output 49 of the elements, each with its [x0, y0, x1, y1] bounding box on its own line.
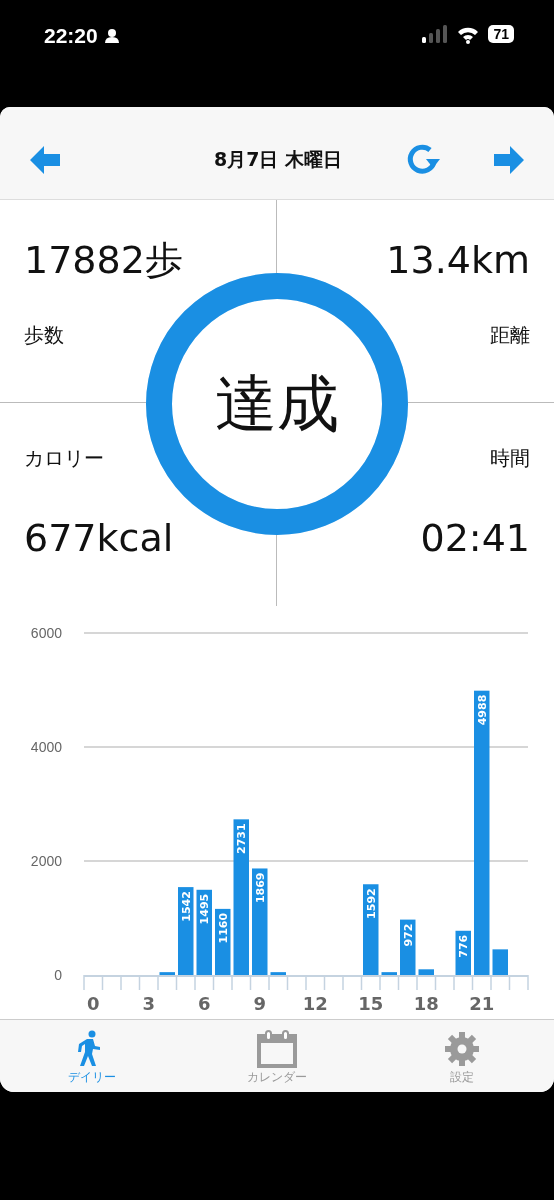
stat-label: 距離 [490, 321, 530, 349]
tab-button[interactable]: カレンダー [184, 1020, 370, 1092]
bar [418, 969, 434, 975]
person-icon [103, 28, 120, 44]
goal-status-text: 達成 [215, 366, 339, 442]
stat-label: 時間 [490, 445, 530, 472]
bar-value-label: 1542 [179, 891, 193, 922]
bar-value-label: 1592 [364, 888, 378, 919]
y-axis-label: 6000 [30, 625, 62, 641]
signal-icon [420, 24, 449, 44]
date-title: 8月7日 木曜日 [212, 147, 344, 172]
x-axis-label: 6 [198, 993, 211, 1014]
bar [270, 972, 286, 975]
stat-label: カロリー [24, 445, 105, 472]
x-axis-label: 9 [253, 993, 266, 1014]
tab-button[interactable]: 設定 [369, 1020, 554, 1092]
x-axis-label: 3 [142, 993, 155, 1014]
y-axis-label: 2000 [30, 853, 62, 869]
x-axis-label: 0 [87, 993, 100, 1014]
x-axis-label: 12 [302, 993, 328, 1014]
y-axis-label: 0 [54, 967, 62, 983]
stat-value: 02:41 [420, 518, 530, 560]
bar-value-label: 776 [457, 934, 471, 958]
bar [159, 972, 175, 975]
bar-value-label: 1869 [253, 872, 267, 904]
bar-value-label: 1495 [198, 893, 212, 925]
bar-value-label: 1160 [216, 912, 230, 944]
bar [455, 930, 471, 975]
x-axis-label: 15 [358, 993, 384, 1014]
x-axis-label: 21 [469, 993, 495, 1014]
bar [215, 908, 231, 975]
bar-value-label: 972 [401, 923, 415, 947]
stat-value: 13.4km [386, 240, 530, 282]
stat-value: 17882歩 [24, 240, 184, 282]
y-axis-label: 4000 [30, 739, 62, 755]
bar [400, 919, 416, 975]
back-arrow-icon[interactable] [28, 144, 62, 176]
clock-time: 22:20 [44, 24, 98, 48]
battery-indicator: 71 [488, 25, 514, 43]
forward-arrow-icon[interactable] [492, 144, 526, 176]
bar-value-label: 4988 [475, 694, 489, 726]
bar [492, 949, 508, 975]
x-axis-label: 18 [413, 993, 439, 1014]
bar [381, 972, 397, 975]
stat-label: 歩数 [24, 321, 65, 349]
calendar-icon [255, 1030, 299, 1068]
tab-button[interactable]: デイリー [0, 1020, 185, 1092]
bar-value-label: 2731 [235, 823, 249, 854]
stat-value: 677kcal [24, 518, 175, 560]
